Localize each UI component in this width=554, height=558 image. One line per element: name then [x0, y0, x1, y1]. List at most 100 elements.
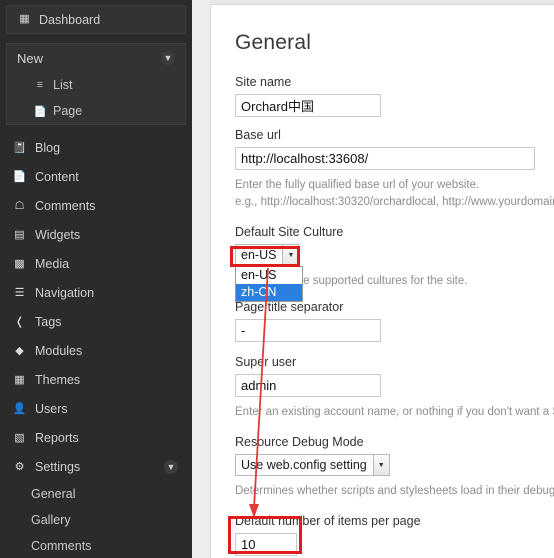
items-per-page-input[interactable]	[235, 533, 297, 556]
sidebar-item-label-reports: Reports	[35, 430, 79, 445]
sidebar-item-label-themes: Themes	[35, 372, 81, 387]
sidebar-item-label-comments: Comments	[35, 198, 96, 213]
default-site-culture-select-wrap: en-US ▼ en-US zh-CN	[235, 244, 303, 302]
list-icon: ≡	[36, 79, 44, 91]
sidebar-dashboard-box: ▦ Dashboard	[6, 5, 186, 34]
field-base-url: Base url	[235, 128, 554, 170]
sidebar-item-widgets[interactable]: ▤ Widgets	[0, 220, 192, 249]
sidebar-item-label-tags: Tags	[35, 314, 62, 329]
sidebar-item-navigation[interactable]: ☰ Navigation	[0, 278, 192, 307]
hint-super-user: Enter an existing account name, or nothi…	[235, 406, 554, 418]
sidebar-item-settings-comments[interactable]: Comments	[0, 533, 192, 558]
sidebar-group-label-new: New	[17, 50, 44, 66]
dashboard-grid-icon: ▦	[19, 13, 30, 25]
label-page-title-separator: Page title separator	[235, 300, 344, 314]
sidebar-item-dashboard[interactable]: ▦ Dashboard	[7, 6, 185, 33]
sidebar-item-comments[interactable]: ☖ Comments	[0, 191, 192, 220]
default-site-culture-dropdown[interactable]: en-US zh-CN	[235, 266, 303, 302]
hint-base-url-line2: e.g., http://localhost:30320/orchardloca…	[235, 196, 554, 208]
sidebar-item-media[interactable]: ▩ Media	[0, 249, 192, 278]
sidebar-item-label-page: Page	[53, 104, 83, 118]
label-site-name: Site name	[235, 75, 292, 89]
themes-icon: ▦	[14, 374, 25, 386]
sidebar-item-content[interactable]: 📄 Content	[0, 162, 192, 191]
sidebar-group-new[interactable]: New ▼	[7, 44, 185, 72]
sidebar-item-reports[interactable]: ▧ Reports	[0, 423, 192, 452]
sidebar-new-group: New ▼ ≡ List 📄 Page	[6, 43, 186, 125]
label-resource-debug-mode: Resource Debug Mode	[235, 435, 364, 449]
main-content-panel: General Site name Base url Enter the ful…	[210, 4, 554, 558]
chevron-down-icon[interactable]: ▼	[161, 51, 175, 65]
reports-chart-icon: ▧	[14, 432, 25, 444]
sidebar-item-label-navigation: Navigation	[35, 285, 95, 300]
sidebar: ▦ Dashboard New ▼ ≡ List 📄 Page 📓 Blog 📄…	[0, 0, 192, 558]
navigation-list-icon: ☰	[14, 287, 25, 299]
sidebar-item-label-modules: Modules	[35, 343, 83, 358]
label-base-url: Base url	[235, 128, 281, 142]
sidebar-item-blog[interactable]: 📓 Blog	[0, 133, 192, 162]
chevron-down-icon[interactable]: ▼	[372, 455, 389, 475]
field-items-per-page: Default number of items per page	[235, 514, 554, 556]
hint-base-url: Enter the fully qualified base url of yo…	[235, 177, 554, 211]
blog-icon: 📓	[12, 142, 27, 154]
label-super-user: Super user	[235, 355, 297, 369]
sidebar-group-label-settings: Settings	[35, 459, 81, 474]
sidebar-item-tags[interactable]: ❬ Tags	[0, 307, 192, 336]
default-site-culture-value: en-US	[241, 248, 277, 262]
dropdown-option-zh-cn[interactable]: zh-CN	[236, 284, 302, 301]
field-site-name: Site name	[235, 75, 554, 117]
resource-debug-mode-value: Use web.config setting	[241, 458, 367, 472]
general-settings-form: General Site name Base url Enter the ful…	[211, 5, 554, 558]
sidebar-item-settings-general[interactable]: General	[0, 481, 192, 507]
sidebar-item-label-content: Content	[35, 169, 79, 184]
chevron-down-icon[interactable]: ▼	[282, 245, 299, 265]
sidebar-item-list[interactable]: ≡ List	[7, 72, 185, 98]
tag-icon: ❬	[14, 316, 25, 328]
sidebar-item-label-media: Media	[35, 256, 70, 271]
chevron-down-icon[interactable]: ▼	[164, 459, 178, 474]
content-icon: 📄	[12, 171, 27, 183]
sidebar-item-modules[interactable]: ◆ Modules	[0, 336, 192, 365]
sidebar-item-themes[interactable]: ▦ Themes	[0, 365, 192, 394]
user-icon: 👤	[12, 403, 27, 415]
sidebar-settings-group: ⚙ Settings ▼ General Gallery Comments Me…	[0, 452, 192, 558]
hint-default-site-culture: ave supported cultures for the site.	[291, 275, 468, 287]
sidebar-item-label-users: Users	[35, 401, 68, 416]
site-name-input[interactable]	[235, 94, 381, 117]
sidebar-item-label-settings-gallery: Gallery	[31, 513, 71, 527]
sidebar-item-label-settings-comments: Comments	[31, 539, 92, 553]
sidebar-main-list: 📓 Blog 📄 Content ☖ Comments ▤ Widgets ▩ …	[0, 133, 192, 452]
comment-bubble-icon: ☖	[14, 200, 25, 212]
sidebar-item-label-widgets: Widgets	[35, 227, 81, 242]
media-camera-icon: ▩	[14, 258, 25, 270]
resource-debug-mode-select[interactable]: Use web.config setting ▼	[235, 454, 390, 476]
sidebar-item-page[interactable]: 📄 Page	[7, 98, 185, 124]
super-user-input[interactable]	[235, 374, 381, 397]
modules-plug-icon: ◆	[15, 345, 24, 357]
dropdown-option-en-us[interactable]: en-US	[236, 267, 302, 284]
field-default-site-culture: Default Site Culture en-US ▼ en-US zh-CN	[235, 225, 554, 302]
sidebar-group-settings[interactable]: ⚙ Settings ▼	[0, 452, 192, 481]
sidebar-item-label-list: List	[53, 78, 73, 92]
sidebar-item-label-settings-general: General	[31, 487, 76, 501]
label-default-site-culture: Default Site Culture	[235, 225, 344, 239]
field-page-title-separator: Page title separator	[235, 300, 554, 342]
sidebar-item-label-dashboard: Dashboard	[39, 12, 101, 27]
sidebar-item-label-blog: Blog	[35, 140, 61, 155]
hint-resource-debug-mode: Determines whether scripts and styleshee…	[235, 485, 554, 497]
sidebar-content-gap	[192, 0, 210, 558]
default-site-culture-select[interactable]: en-US ▼	[235, 244, 300, 266]
label-items-per-page: Default number of items per page	[235, 514, 421, 528]
page-icon: 📄	[33, 105, 47, 118]
admin-page: ▦ Dashboard New ▼ ≡ List 📄 Page 📓 Blog 📄…	[0, 0, 554, 558]
hint-base-url-line1: Enter the fully qualified base url of yo…	[235, 179, 480, 191]
base-url-input[interactable]	[235, 147, 535, 170]
sidebar-item-settings-gallery[interactable]: Gallery	[0, 507, 192, 533]
field-super-user: Super user	[235, 355, 554, 397]
page-title-separator-input[interactable]	[235, 319, 381, 342]
widgets-icon: ▤	[14, 229, 25, 241]
page-title: General	[235, 31, 312, 54]
sidebar-item-users[interactable]: 👤 Users	[0, 394, 192, 423]
gear-icon: ⚙	[14, 461, 25, 473]
field-resource-debug-mode: Resource Debug Mode Use web.config setti…	[235, 435, 554, 476]
